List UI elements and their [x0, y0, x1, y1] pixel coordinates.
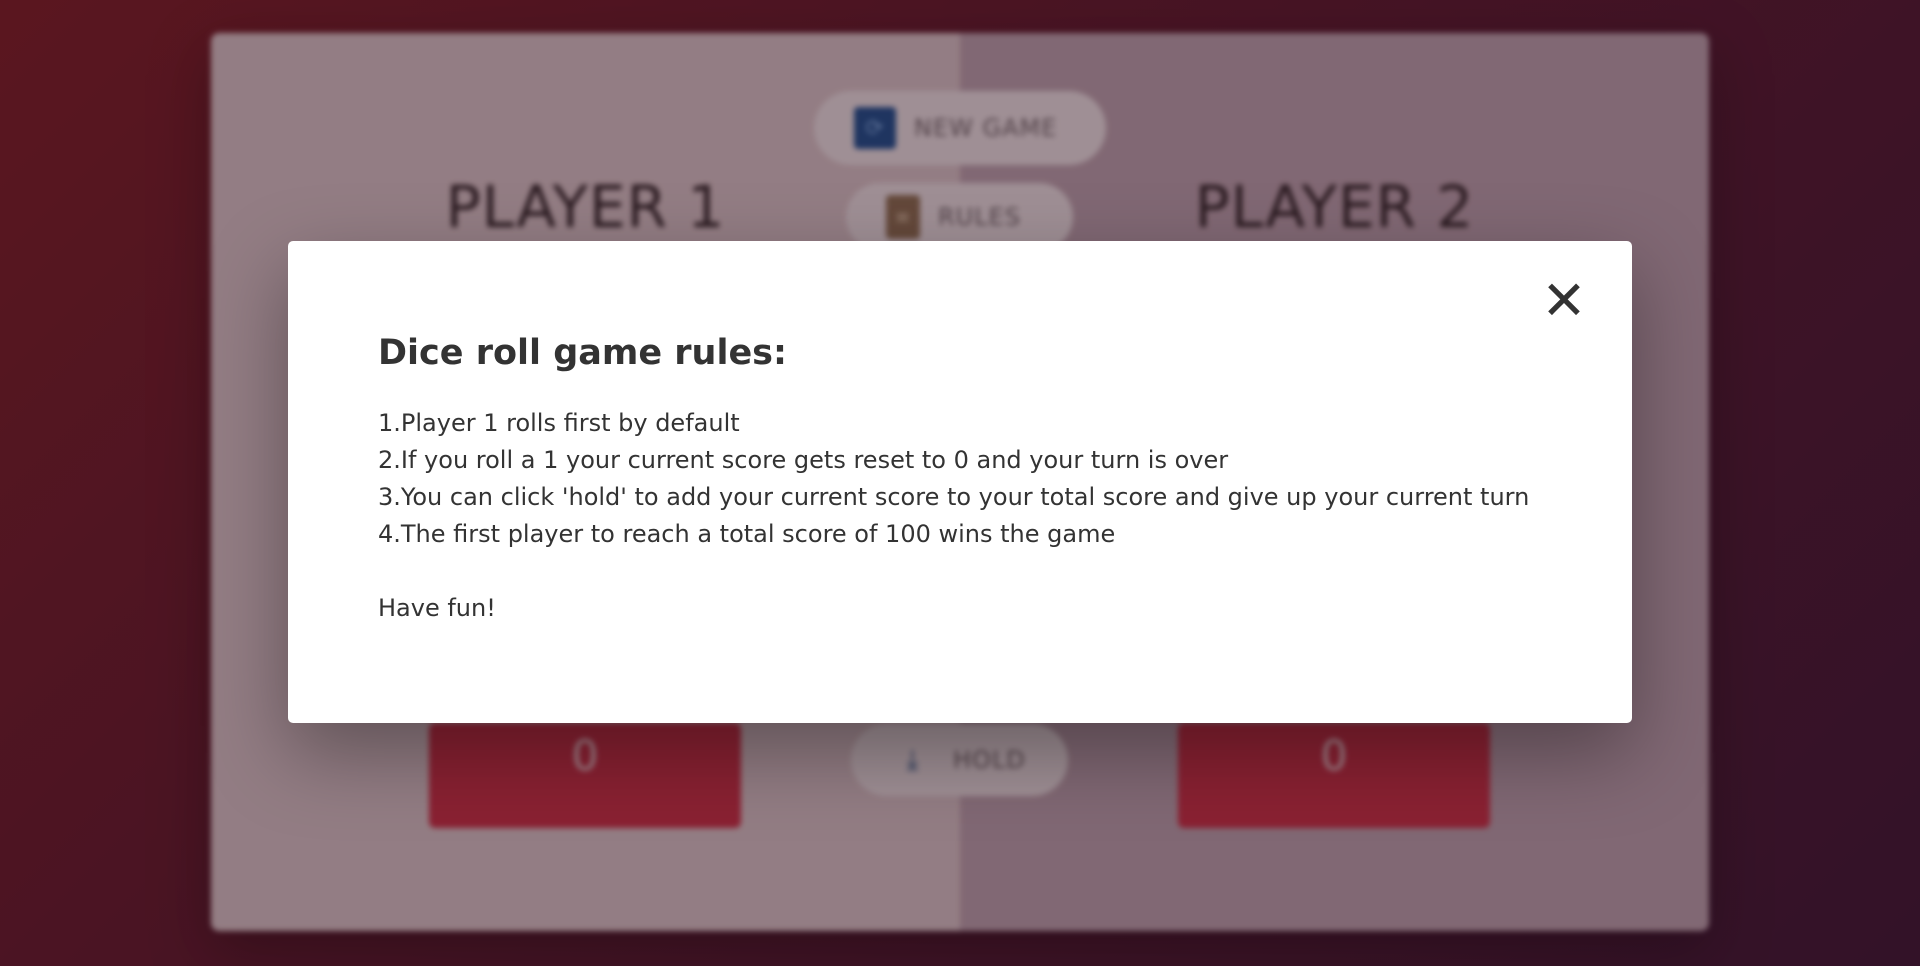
rules-modal: ✕ Dice roll game rules: 1.Player 1 rolls…	[288, 241, 1632, 723]
rule-item: 1.Player 1 rolls first by default	[378, 409, 740, 437]
close-icon[interactable]: ✕	[1540, 274, 1588, 328]
have-fun-text: Have fun!	[378, 594, 496, 622]
modal-title: Dice roll game rules:	[378, 333, 788, 373]
rules-list: 1.Player 1 rolls first by default 2.If y…	[378, 405, 1542, 553]
rule-item: 2.If you roll a 1 your current score get…	[378, 446, 1229, 474]
rule-item: 3.You can click 'hold' to add your curre…	[378, 483, 1530, 511]
rule-item: 4.The first player to reach a total scor…	[378, 520, 1116, 548]
